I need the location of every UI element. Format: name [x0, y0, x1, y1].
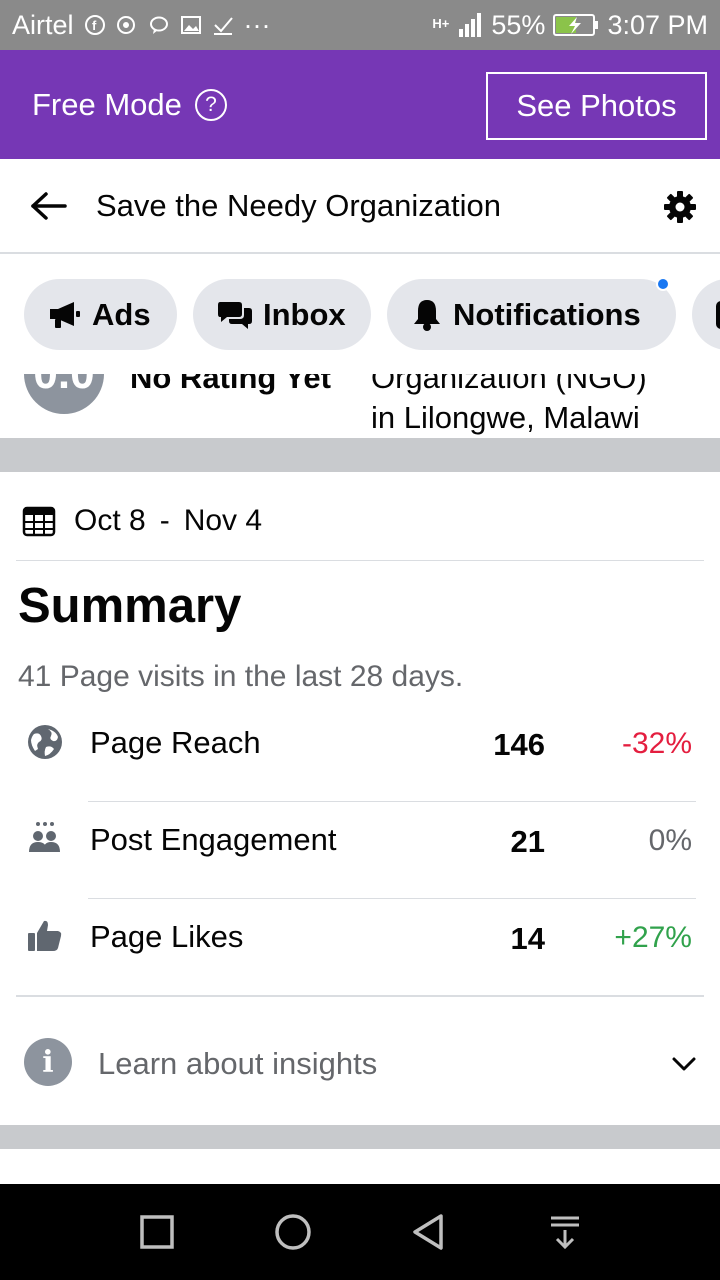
check-icon: [213, 17, 233, 35]
recents-icon[interactable]: [137, 1212, 177, 1252]
facebook-icon: f: [84, 15, 105, 35]
gear-icon[interactable]: [662, 189, 698, 225]
rating-badge: 0.0: [24, 374, 104, 414]
battery-percent: 55%: [491, 9, 546, 40]
category-text: Organization (NGO): [371, 374, 647, 395]
calendar-icon: [22, 506, 56, 537]
hotspot-icon: [116, 16, 135, 34]
metric-delta: +27%: [614, 921, 692, 954]
status-bar: Airtel f ··· H+ 55% 3:07 PM: [0, 0, 720, 50]
date-to: Nov 4: [183, 504, 263, 537]
metric-label: Page Likes: [90, 919, 244, 954]
free-mode-label: Free Mode: [32, 86, 182, 122]
metric-label: Post Engagement: [90, 822, 337, 857]
back-button[interactable]: [0, 158, 96, 253]
see-photos-button[interactable]: See Photos: [486, 72, 707, 140]
section-divider: [0, 1125, 720, 1149]
unread-dot: [656, 277, 670, 291]
metric-page-reach[interactable]: Page Reach 146 -32%: [0, 705, 720, 802]
help-glyph: ?: [205, 92, 217, 116]
date-range-selector[interactable]: Oct 8 - Nov 4: [16, 482, 704, 561]
section-divider-line: [16, 995, 704, 997]
megaphone-icon: [50, 301, 80, 328]
people-icon: [29, 822, 60, 852]
chip-ads[interactable]: Ads: [24, 279, 177, 350]
learn-about-insights-label: Learn about insights: [98, 1046, 378, 1081]
date-separator: -: [159, 504, 170, 537]
chip-label: Ads: [92, 296, 151, 332]
gallery-icon: [180, 16, 201, 34]
info-icon: i: [24, 1038, 72, 1086]
page-info-strip: 0.0 No Rating Yet Organization (NGO) in …: [0, 374, 720, 438]
metric-label: Page Reach: [90, 725, 261, 760]
help-icon[interactable]: ?: [194, 88, 227, 121]
metric-post-engagement[interactable]: Post Engagement 21 0%: [0, 802, 720, 899]
metric-delta: 0%: [648, 824, 692, 857]
chat-bubbles-icon: [218, 301, 252, 329]
chip-more[interactable]: [692, 279, 720, 350]
learn-about-insights-row[interactable]: i Learn about insights: [0, 1014, 720, 1112]
battery-charging-icon: [553, 14, 599, 36]
message-icon: [149, 16, 168, 34]
carrier-name: Airtel: [12, 9, 74, 40]
thumbs-up-icon: [28, 920, 62, 951]
network-type: H+: [432, 15, 450, 31]
metric-value: 21: [510, 824, 545, 859]
more-tools-icon: [716, 300, 720, 329]
notification-shade-icon[interactable]: [545, 1212, 585, 1252]
arrow-left-icon: [31, 191, 67, 220]
section-divider: [0, 438, 720, 472]
home-icon[interactable]: [273, 1212, 313, 1252]
free-mode-banner: Free Mode ? See Photos: [0, 50, 720, 159]
globe-icon: [28, 725, 62, 759]
signal-icon: [459, 13, 482, 37]
chip-label: Inbox: [263, 296, 346, 332]
chevron-down-icon[interactable]: [670, 1050, 698, 1078]
metric-delta: -32%: [621, 727, 692, 760]
clock: 3:07 PM: [607, 9, 708, 40]
summary-title: Summary: [18, 579, 242, 633]
chip-label: Notifications: [453, 296, 641, 332]
chip-notifications[interactable]: Notifications: [387, 277, 676, 350]
summary-subtitle: 41 Page visits in the last 28 days.: [18, 660, 464, 693]
svg-text:f: f: [92, 18, 97, 33]
metric-value: 14: [510, 921, 545, 956]
tools-chip-row: Ads Inbox Notifications: [0, 256, 720, 374]
metric-value: 146: [493, 727, 545, 762]
location-text: in Lilongwe, Malawi: [371, 400, 640, 435]
back-icon[interactable]: [409, 1212, 449, 1252]
page-header: Save the Needy Organization: [0, 159, 720, 254]
rating-text: No Rating Yet: [130, 374, 331, 395]
metric-page-likes[interactable]: Page Likes 14 +27%: [0, 899, 720, 996]
date-from: Oct 8: [74, 504, 146, 537]
page-title: Save the Needy Organization: [96, 187, 501, 223]
more-icon: ···: [243, 9, 271, 40]
system-nav-bar: [0, 1184, 720, 1280]
bell-icon: [414, 299, 440, 331]
chip-inbox[interactable]: Inbox: [193, 279, 371, 350]
